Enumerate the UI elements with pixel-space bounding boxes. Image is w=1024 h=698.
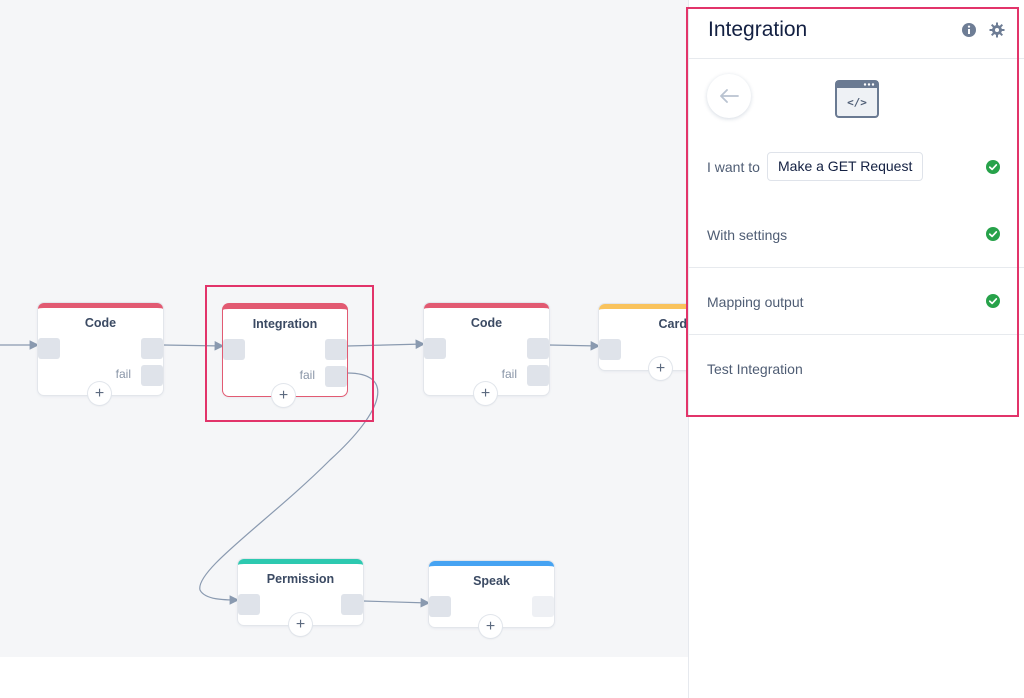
input-port[interactable] bbox=[429, 596, 451, 617]
add-step-button[interactable]: + bbox=[479, 615, 502, 638]
integration-editor-panel: Integration </> I want to Make a GET Req… bbox=[688, 0, 1024, 698]
wire-permission-speak bbox=[362, 597, 431, 608]
svg-text:</>: </> bbox=[847, 96, 867, 109]
fail-port[interactable] bbox=[527, 365, 549, 386]
action-prefix-label: I want to bbox=[707, 159, 760, 175]
flow-canvas[interactable]: Code fail + Integration fail + Code fail… bbox=[0, 0, 699, 657]
output-port[interactable] bbox=[341, 594, 363, 615]
info-icon[interactable] bbox=[961, 22, 977, 38]
code-window-icon: </> bbox=[835, 80, 879, 118]
row-settings[interactable]: With settings bbox=[689, 200, 1024, 267]
request-type-select[interactable]: Make a GET Request bbox=[767, 152, 924, 181]
output-port[interactable] bbox=[532, 596, 554, 617]
fail-label: fail bbox=[115, 367, 131, 381]
row-mapping-output[interactable]: Mapping output bbox=[689, 267, 1024, 334]
input-port[interactable] bbox=[38, 338, 60, 359]
block-title: Speak bbox=[473, 574, 510, 588]
wire-code2-card bbox=[548, 341, 601, 351]
fail-label: fail bbox=[501, 367, 517, 381]
back-button[interactable] bbox=[707, 74, 751, 118]
settings-label: With settings bbox=[707, 227, 788, 243]
check-circle-icon bbox=[986, 294, 1000, 308]
mapping-output-label: Mapping output bbox=[707, 294, 804, 310]
add-step-button[interactable]: + bbox=[88, 382, 111, 405]
selected-block-highlight bbox=[205, 285, 374, 422]
add-step-button[interactable]: + bbox=[649, 357, 672, 380]
block-card[interactable]: Card bbox=[599, 304, 699, 370]
block-title: Code bbox=[470, 316, 503, 330]
add-step-button[interactable]: + bbox=[289, 613, 312, 636]
header-divider bbox=[689, 58, 1024, 59]
add-step-button[interactable]: + bbox=[474, 382, 497, 405]
gear-icon[interactable] bbox=[989, 22, 1005, 38]
test-integration-label: Test Integration bbox=[707, 361, 803, 377]
input-port[interactable] bbox=[599, 339, 621, 360]
input-port[interactable] bbox=[238, 594, 260, 615]
block-title: Card bbox=[658, 317, 687, 331]
block-title: Permission bbox=[266, 572, 335, 586]
output-port[interactable] bbox=[141, 338, 163, 359]
arrow-left-icon bbox=[720, 89, 739, 103]
block-title: Code bbox=[84, 316, 117, 330]
check-circle-icon bbox=[986, 227, 1000, 241]
fail-port[interactable] bbox=[141, 365, 163, 386]
input-port[interactable] bbox=[424, 338, 446, 359]
check-circle-icon bbox=[986, 160, 1000, 174]
output-port[interactable] bbox=[527, 338, 549, 359]
panel-title: Integration bbox=[708, 18, 808, 41]
row-test-integration[interactable]: Test Integration bbox=[689, 334, 1024, 401]
